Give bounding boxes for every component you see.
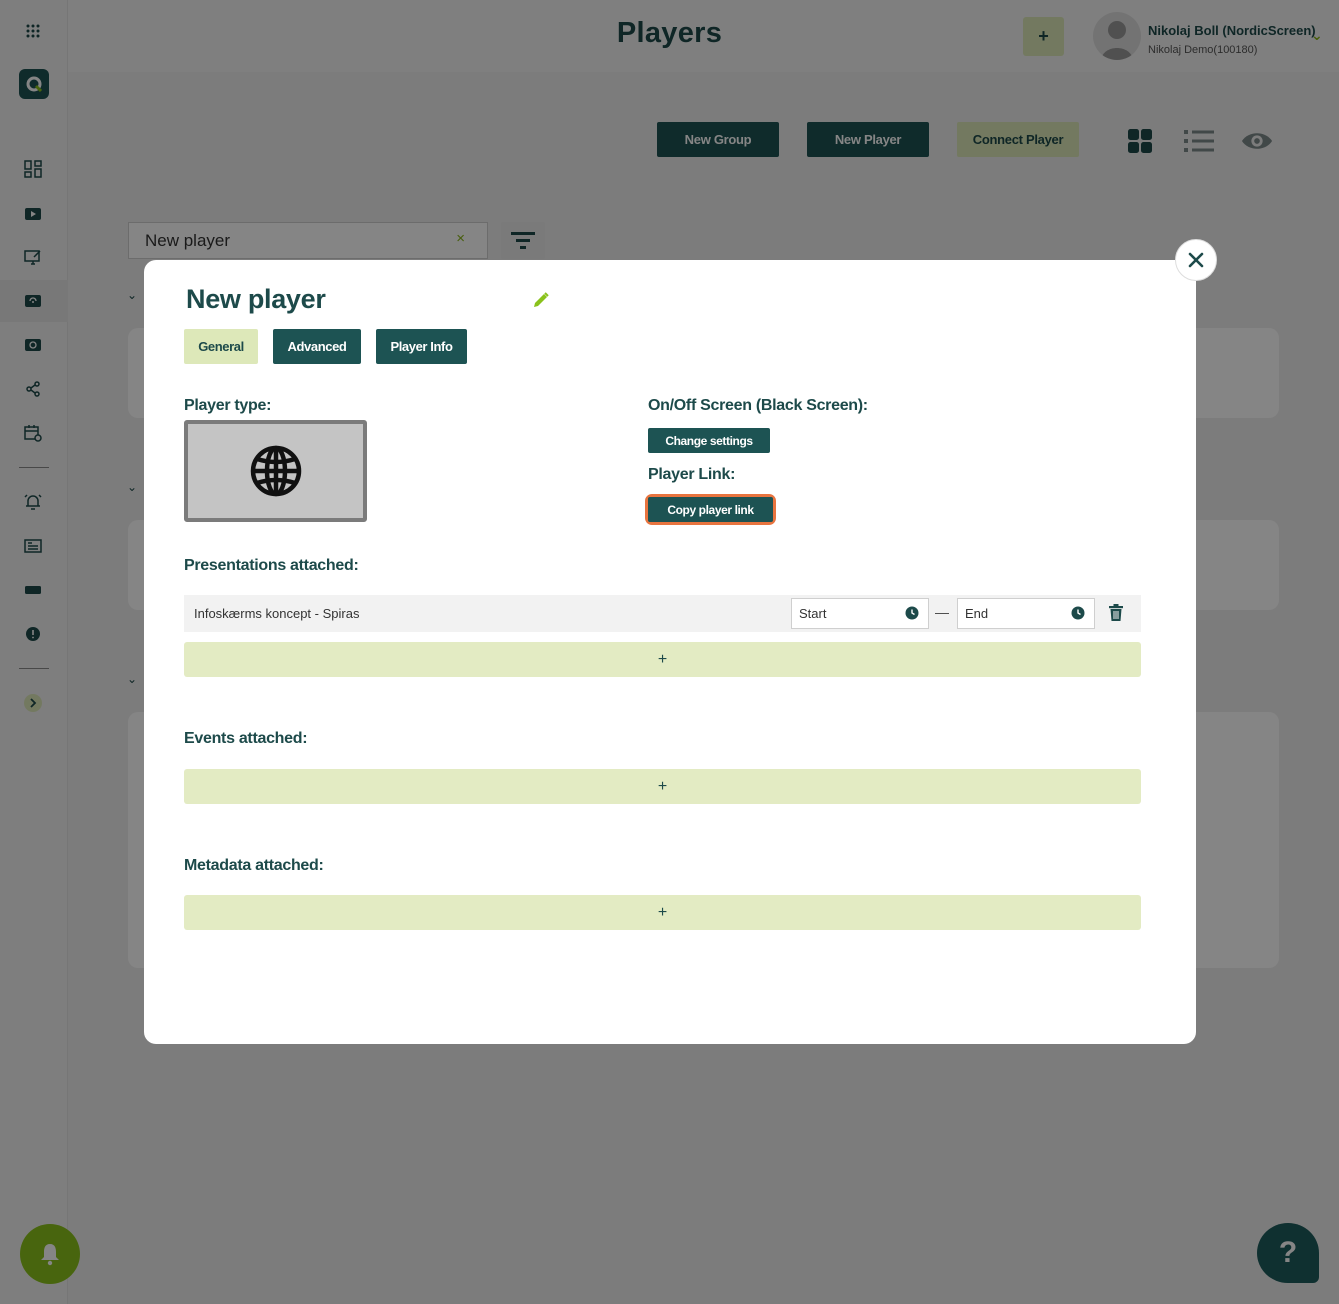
range-dash: —	[935, 604, 949, 620]
player-link-label: Player Link:	[648, 466, 736, 483]
metadata-label: Metadata attached:	[184, 857, 324, 874]
end-time-field[interactable]: End	[957, 598, 1095, 629]
end-placeholder: End	[965, 606, 989, 621]
edit-pencil-icon[interactable]	[532, 291, 550, 314]
events-label: Events attached:	[184, 730, 308, 747]
presentation-row: Infoskærms koncept - Spiras Start — End	[184, 595, 1141, 632]
clock-icon[interactable]	[1071, 606, 1085, 623]
dialog-title: New player	[186, 284, 326, 314]
start-time-field[interactable]: Start	[791, 598, 929, 629]
new-player-dialog: New player General Advanced Player Info …	[144, 260, 1196, 1044]
player-type-label: Player type:	[184, 397, 272, 414]
trash-icon[interactable]	[1108, 604, 1124, 627]
clock-icon[interactable]	[905, 606, 919, 623]
presentation-name: Infoskærms koncept - Spiras	[194, 606, 360, 621]
start-placeholder: Start	[799, 606, 827, 621]
tab-player-info[interactable]: Player Info	[376, 329, 467, 364]
presentations-label: Presentations attached:	[184, 557, 359, 574]
add-metadata-button[interactable]: +	[184, 895, 1141, 930]
add-event-button[interactable]: +	[184, 769, 1141, 804]
player-type-selector[interactable]	[184, 420, 367, 522]
add-presentation-button[interactable]: +	[184, 642, 1141, 677]
copy-player-link-button[interactable]: Copy player link	[648, 497, 773, 522]
close-icon	[1188, 252, 1204, 268]
tab-general[interactable]: General	[184, 329, 258, 364]
globe-icon	[250, 445, 301, 497]
change-settings-button[interactable]: Change settings	[648, 428, 770, 453]
close-dialog-button[interactable]	[1175, 239, 1217, 281]
tab-advanced[interactable]: Advanced	[273, 329, 361, 364]
onoff-screen-label: On/Off Screen (Black Screen):	[648, 397, 868, 414]
